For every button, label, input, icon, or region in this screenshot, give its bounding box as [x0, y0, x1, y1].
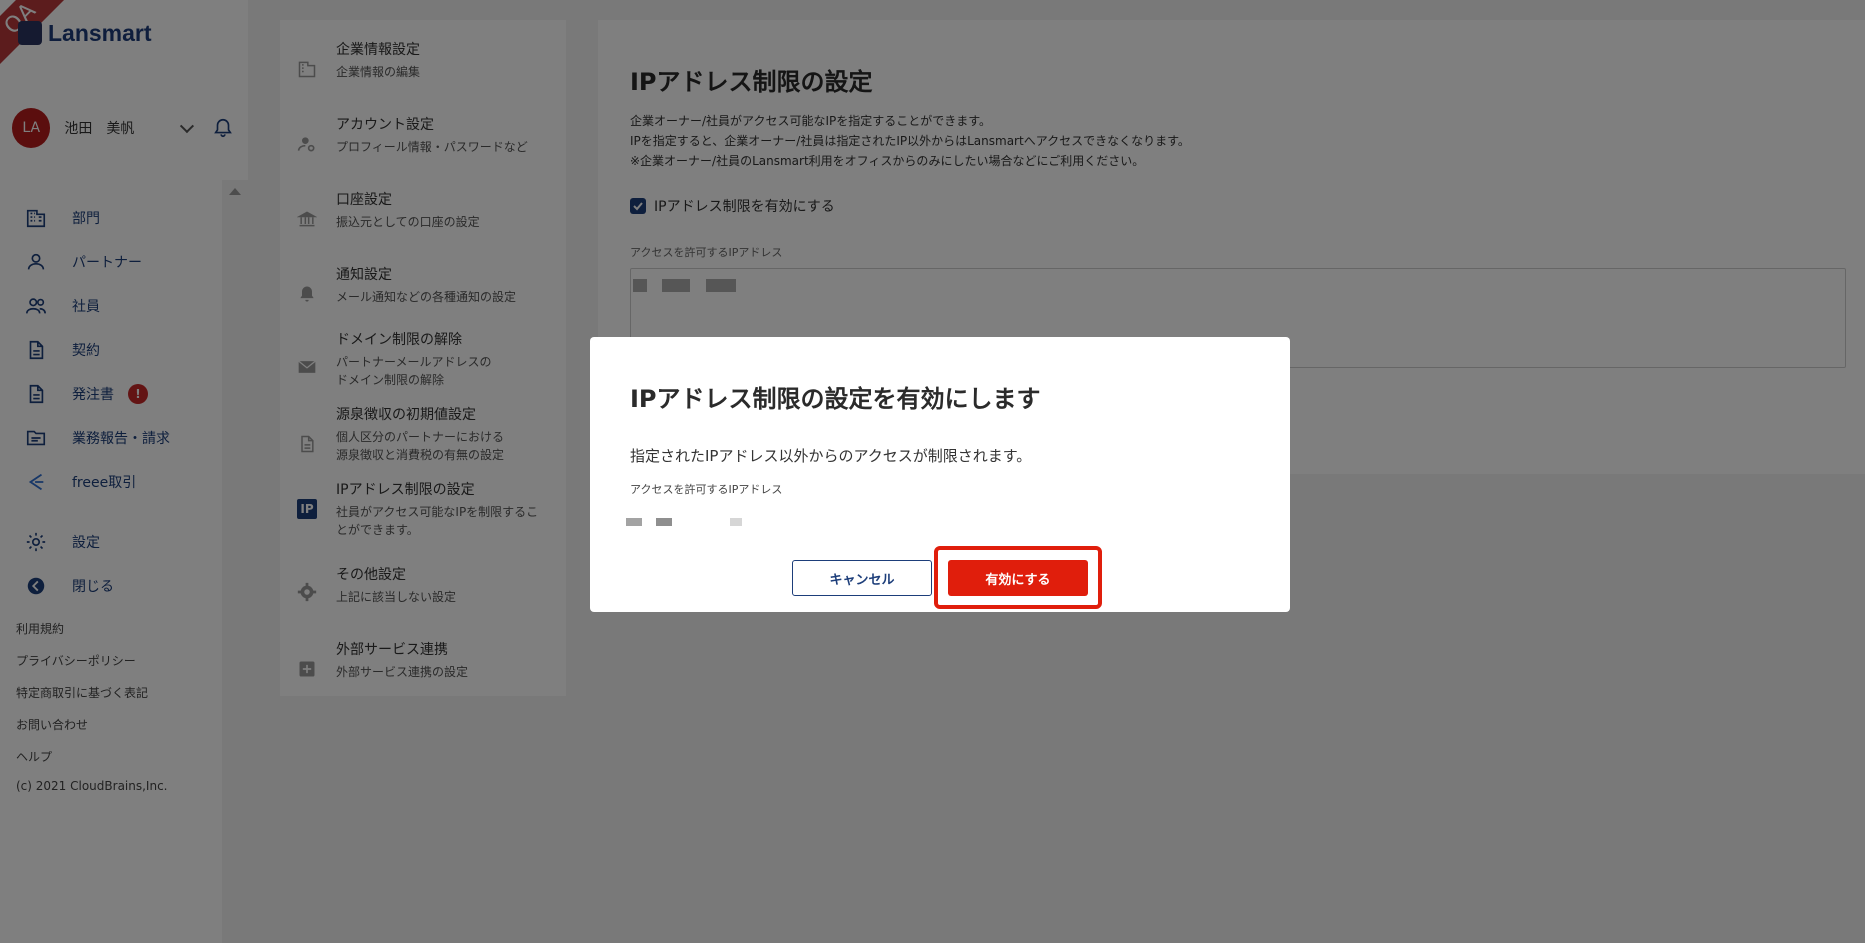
dialog-ip-label: アクセスを許可するIPアドレス	[630, 483, 783, 496]
confirm-dialog: IPアドレス制限の設定を有効にします 指定されたIPアドレス以外からのアクセスが…	[590, 337, 1290, 612]
redacted-ip	[656, 518, 672, 526]
cancel-button[interactable]: キャンセル	[792, 560, 932, 596]
redacted-ip	[730, 518, 742, 526]
enable-button[interactable]: 有効にする	[948, 560, 1088, 596]
dialog-message: 指定されたIPアドレス以外からのアクセスが制限されます。	[630, 447, 1032, 465]
redacted-ip	[626, 518, 642, 526]
dialog-title: IPアドレス制限の設定を有効にします	[630, 385, 1041, 413]
